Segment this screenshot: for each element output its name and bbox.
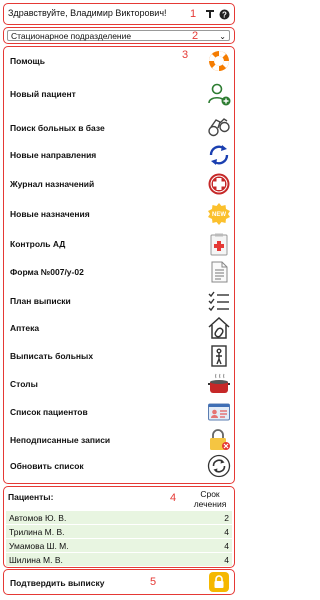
treatment-days-header: Срок лечения xyxy=(193,489,227,509)
menu-item-diets[interactable]: Столы xyxy=(10,371,232,397)
menu-item-search-patients[interactable]: Поиск больных в базе xyxy=(10,115,232,141)
pin-icon[interactable] xyxy=(204,8,216,20)
svg-text:?: ? xyxy=(222,10,227,19)
patient-name: Шилина М. В. xyxy=(9,554,63,565)
department-section: Стационарное подразделение ⌄ 2 xyxy=(3,27,235,44)
patient-name: Умамова Ш. М. xyxy=(9,540,69,551)
menu-item-label: Новые назначения xyxy=(10,209,90,219)
menu-item-discharge-plan[interactable]: План выписки xyxy=(10,288,232,314)
patient-days: 4 xyxy=(224,526,229,537)
checklist-icon xyxy=(206,288,232,314)
menu-item-label: План выписки xyxy=(10,296,71,306)
patient-days: 4 xyxy=(224,540,229,551)
id-card-icon xyxy=(206,399,232,425)
menu-item-prescription-log[interactable]: Журнал назначений xyxy=(10,171,232,197)
medical-chart-icon xyxy=(206,231,232,257)
marker-1: 1 xyxy=(190,8,197,20)
patient-name: Трилина М. В. xyxy=(9,526,65,537)
pharmacy-house-icon xyxy=(206,315,232,341)
patient-days: 2 xyxy=(224,512,229,523)
cooking-pot-icon xyxy=(206,371,232,397)
header-bar: Здравствуйте, Владимир Викторович! 1 ? xyxy=(3,3,235,25)
menu-item-label: Форма №007/у-02 xyxy=(10,267,84,277)
marker-2: 2 xyxy=(192,30,199,42)
menu-item-unsigned-records[interactable]: Неподписанные записи xyxy=(10,427,232,453)
menu-item-label: Помощь xyxy=(10,56,45,66)
confirm-discharge-bar[interactable]: Подтвердить выписку 5 xyxy=(3,569,235,595)
table-row[interactable]: Трилина М. В. 4 xyxy=(6,525,232,538)
menu-item-label: Новый пациент xyxy=(10,89,76,99)
patient-days: 4 xyxy=(224,554,229,565)
menu-item-label: Неподписанные записи xyxy=(10,435,111,445)
department-select-value: Стационарное подразделение xyxy=(11,31,132,41)
chevron-down-icon: ⌄ xyxy=(219,32,226,41)
medical-plus-icon xyxy=(206,171,232,197)
marker-5: 5 xyxy=(150,576,157,588)
menu-item-label: Выписать больных xyxy=(10,351,94,361)
menu-item-refresh-list[interactable]: Обновить список xyxy=(10,453,232,479)
menu-item-label: Аптека xyxy=(10,323,40,333)
binoculars-icon xyxy=(206,115,232,141)
menu-item-form-007[interactable]: Форма №007/у-02 xyxy=(10,259,232,285)
greeting-text: Здравствуйте, Владимир Викторович! xyxy=(8,8,167,18)
form-document-icon xyxy=(206,259,232,285)
unsigned-lock-icon xyxy=(206,427,232,453)
table-row[interactable]: Шилина М. В. 4 xyxy=(6,553,232,566)
marker-4: 4 xyxy=(170,492,177,504)
menu-item-new-patient[interactable]: Новый пациент xyxy=(10,81,232,107)
table-row[interactable]: Умамова Ш. М. 4 xyxy=(6,539,232,552)
menu-item-help[interactable]: Помощь xyxy=(10,48,232,74)
lock-icon[interactable] xyxy=(209,572,229,592)
menu-item-label: Поиск больных в базе xyxy=(10,123,105,133)
menu-item-label: Контроль АД xyxy=(10,239,66,249)
reload-icon xyxy=(206,453,232,479)
menu-item-discharge-patients[interactable]: Выписать больных xyxy=(10,343,232,369)
main-menu: 3 Помощь Новый пациент Поиск больных в б… xyxy=(3,46,235,484)
patients-title: Пациенты: xyxy=(8,492,54,502)
menu-item-pharmacy[interactable]: Аптека xyxy=(10,315,232,341)
menu-item-label: Журнал назначений xyxy=(10,179,95,189)
new-badge-icon: NEW xyxy=(206,201,232,227)
svg-text:NEW: NEW xyxy=(212,212,226,218)
help-icon[interactable]: ? xyxy=(218,8,230,20)
menu-item-label: Столы xyxy=(10,379,38,389)
table-row[interactable]: Автомов Ю. В. 2 xyxy=(6,511,232,524)
menu-item-label: Новые направления xyxy=(10,150,97,160)
refresh-circle-icon xyxy=(206,142,232,168)
exit-door-icon xyxy=(206,343,232,369)
menu-item-patient-list[interactable]: Список пациентов xyxy=(10,399,232,425)
menu-item-new-prescriptions[interactable]: Новые назначения NEW xyxy=(10,201,232,227)
menu-item-label: Обновить список xyxy=(10,461,84,471)
add-person-icon xyxy=(206,81,232,107)
lifebuoy-icon xyxy=(206,48,232,74)
menu-item-label: Список пациентов xyxy=(10,407,88,417)
menu-item-bp-control[interactable]: Контроль АД xyxy=(10,231,232,257)
patients-panel: Пациенты: 4 Срок лечения Автомов Ю. В. 2… xyxy=(3,486,235,568)
confirm-discharge-label: Подтвердить выписку xyxy=(10,578,105,588)
menu-item-new-referrals[interactable]: Новые направления xyxy=(10,142,232,168)
patient-name: Автомов Ю. В. xyxy=(9,512,67,523)
patients-table: Автомов Ю. В. 2 Трилина М. В. 4 Умамова … xyxy=(6,511,232,567)
